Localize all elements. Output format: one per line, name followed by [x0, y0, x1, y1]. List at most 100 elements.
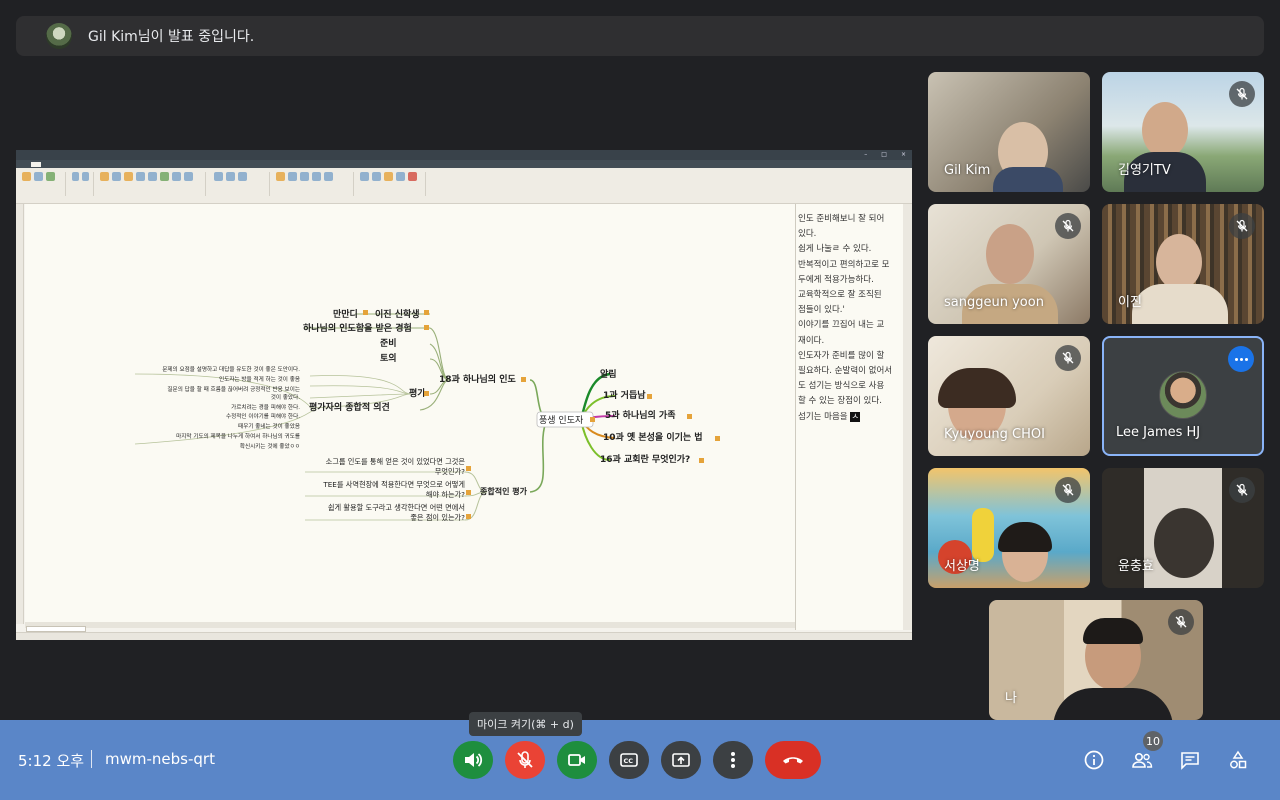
- more-options-button[interactable]: [713, 741, 753, 779]
- captions-icon: CC: [620, 753, 638, 767]
- menu-tab: [51, 162, 52, 167]
- mindmap-node: 5과 하나님의 가족: [605, 409, 676, 421]
- app-menubar: [16, 160, 912, 168]
- mindmap-node: 1과 거듭남: [603, 389, 646, 401]
- eval-detail: 문제의 요점을 설명하고 대답을 유도한 것이 좋은 도안이다.: [162, 365, 300, 373]
- participant-tile[interactable]: sanggeun yoon: [928, 204, 1090, 324]
- mindmap-node: 평가자의 종합적 의견: [309, 401, 390, 413]
- mic-off-icon: [1229, 477, 1255, 503]
- participant-count-badge: 10: [1143, 731, 1163, 751]
- mindmap-node: 16과 교회란 무엇인가?: [600, 453, 690, 465]
- note-line: 인도자가 준비를 많이 할: [798, 350, 885, 361]
- mic-off-icon: [1055, 345, 1081, 371]
- mic-off-icon: [517, 751, 533, 768]
- note-line: 반복적이고 편의하고로 모: [798, 259, 890, 270]
- summary-item: 해야 하는가?: [426, 490, 465, 499]
- shapes-icon: [1230, 750, 1247, 769]
- minimize-icon: –: [864, 151, 868, 158]
- mindmap-topic: 18과 하나님의 인도: [439, 373, 516, 385]
- participant-name: 이진: [1118, 295, 1142, 310]
- summary-item: 쉽게 활용할 도구라고 생각한다면 어떤 면에서: [328, 503, 465, 512]
- chat-button[interactable]: [1178, 748, 1202, 772]
- meeting-time: 5:12 오후: [18, 752, 85, 770]
- participant-name: Kyuyoung CHOI: [944, 427, 1045, 442]
- summary-item: 좋은 점이 있는가?: [410, 513, 465, 522]
- participant-tile[interactable]: Gil Kim: [928, 72, 1090, 192]
- shared-screen: – □ × 풍생 인도자 알림 1과 거듭남 5과 하나님의 가족 10과 옛 …: [16, 150, 912, 640]
- window-controls: – □ ×: [864, 151, 906, 158]
- speaker-button[interactable]: [453, 741, 493, 779]
- leave-call-button[interactable]: [765, 741, 821, 779]
- more-vert-icon: [731, 752, 735, 768]
- presenter-avatar: [46, 23, 72, 49]
- hang-up-icon: [783, 757, 803, 764]
- svg-text:CC: CC: [624, 757, 634, 765]
- mic-off-icon: [1055, 477, 1081, 503]
- eval-detail: 마지막 기도의 제목을 나누게 하여서 하나님의 귀도를: [176, 432, 300, 440]
- avatar: [1159, 371, 1207, 419]
- note-text: 섬기는 마음을: [798, 411, 848, 422]
- note-line: 점들이 있다.': [798, 305, 845, 316]
- participant-name: Lee James HJ: [1116, 425, 1201, 440]
- note-line: 교육학적으로 잘 조직된: [798, 290, 882, 301]
- app-titlebar: – □ ×: [16, 150, 912, 160]
- divider: [91, 750, 92, 768]
- participant-tile[interactable]: Kyuyoung CHOI: [928, 336, 1090, 456]
- present-icon: [672, 753, 690, 767]
- right-toolstrip: [903, 204, 912, 630]
- mic-off-icon: [1229, 213, 1255, 239]
- participant-tile[interactable]: 서상명: [928, 468, 1090, 588]
- note-line: 이야기를 끄집어 내는 교: [798, 320, 885, 331]
- participant-name: Gil Kim: [944, 163, 991, 178]
- summary-item: TEE를 사역현장에 적용한다면 무엇으로 어떻게: [322, 480, 465, 489]
- summary-item: 소그룹 인도를 통해 얻은 것이 있었다면 그것은: [326, 457, 466, 466]
- people-button[interactable]: [1130, 748, 1154, 772]
- note-line: 인도 준비해보니 잘 되어: [798, 214, 885, 224]
- mic-toggle-button[interactable]: [505, 741, 545, 779]
- captions-button[interactable]: CC: [609, 741, 649, 779]
- mindmap-node: 평가: [409, 387, 426, 399]
- note-line: 할 수 있는 장점이 있다.: [798, 396, 882, 407]
- people-icon: [1132, 753, 1153, 768]
- camera-icon: [568, 754, 585, 766]
- eval-detail: 인도자는 방을 적게 하는 것이 좋음: [219, 375, 300, 383]
- participant-name: 김영기TV: [1118, 163, 1171, 178]
- mic-off-icon: [1055, 213, 1081, 239]
- meeting-details-button[interactable]: [1082, 748, 1106, 772]
- mic-off-icon: [1229, 81, 1255, 107]
- participant-name: 윤충효: [1118, 559, 1154, 574]
- participant-tile[interactable]: 이진: [1102, 204, 1264, 324]
- mindmap-node: 10과 옛 본성을 이기는 법: [603, 431, 703, 443]
- note-line-last: 섬기는 마음을 ㅅ: [798, 410, 901, 425]
- activities-button[interactable]: [1226, 748, 1250, 772]
- more-options-button[interactable]: [1228, 346, 1254, 372]
- text-cursor: ㅅ: [850, 411, 861, 422]
- mindmap-node: 준비: [380, 337, 397, 349]
- mindmap-node: 이진 신학생: [375, 308, 420, 320]
- present-screen-button[interactable]: [661, 741, 701, 779]
- camera-toggle-button[interactable]: [557, 741, 597, 779]
- eval-detail: 질문의 답을 할 때 흐름을 끊어버려 긍정적인 반응 보이는: [167, 385, 300, 393]
- note-line: 두에게 적용가능하다.: [798, 274, 874, 285]
- participant-tile[interactable]: 윤충효: [1102, 468, 1264, 588]
- mindmap-node: 알림: [600, 368, 617, 380]
- info-icon: [1084, 750, 1104, 770]
- mindmap-center: 풍생 인도자: [539, 415, 584, 426]
- maximize-icon: □: [881, 151, 887, 158]
- close-icon: ×: [900, 151, 906, 158]
- participant-name: 서상명: [944, 559, 980, 574]
- note-line: 쉽게 나눌ㄹ 수 있다.: [798, 244, 872, 255]
- mic-tooltip: 마이크 켜기(⌘ + d): [469, 712, 582, 736]
- summary-item: 무엇인가?: [435, 467, 465, 476]
- self-view-tile[interactable]: 나: [989, 600, 1203, 720]
- mindmap-node: 만만디: [333, 308, 358, 320]
- eval-detail: 확신시키는 것에 좋았ㅇㅇ: [240, 442, 300, 450]
- participant-tile[interactable]: 김영기TV: [1102, 72, 1264, 192]
- mindmap-canvas: 풍생 인도자 알림 1과 거듭남 5과 하나님의 가족 10과 옛 본성을 이기…: [25, 204, 795, 622]
- participant-tile[interactable]: Lee James HJ: [1102, 336, 1264, 456]
- mindmap-node: 토의: [380, 352, 397, 364]
- note-line: 도 섬기는 방식으로 사용: [798, 381, 885, 392]
- eval-detail: 때우기 좋네는 것이 좋았음: [238, 422, 300, 430]
- mic-off-icon: [1168, 609, 1194, 635]
- horizontal-scrollbar: [25, 622, 795, 628]
